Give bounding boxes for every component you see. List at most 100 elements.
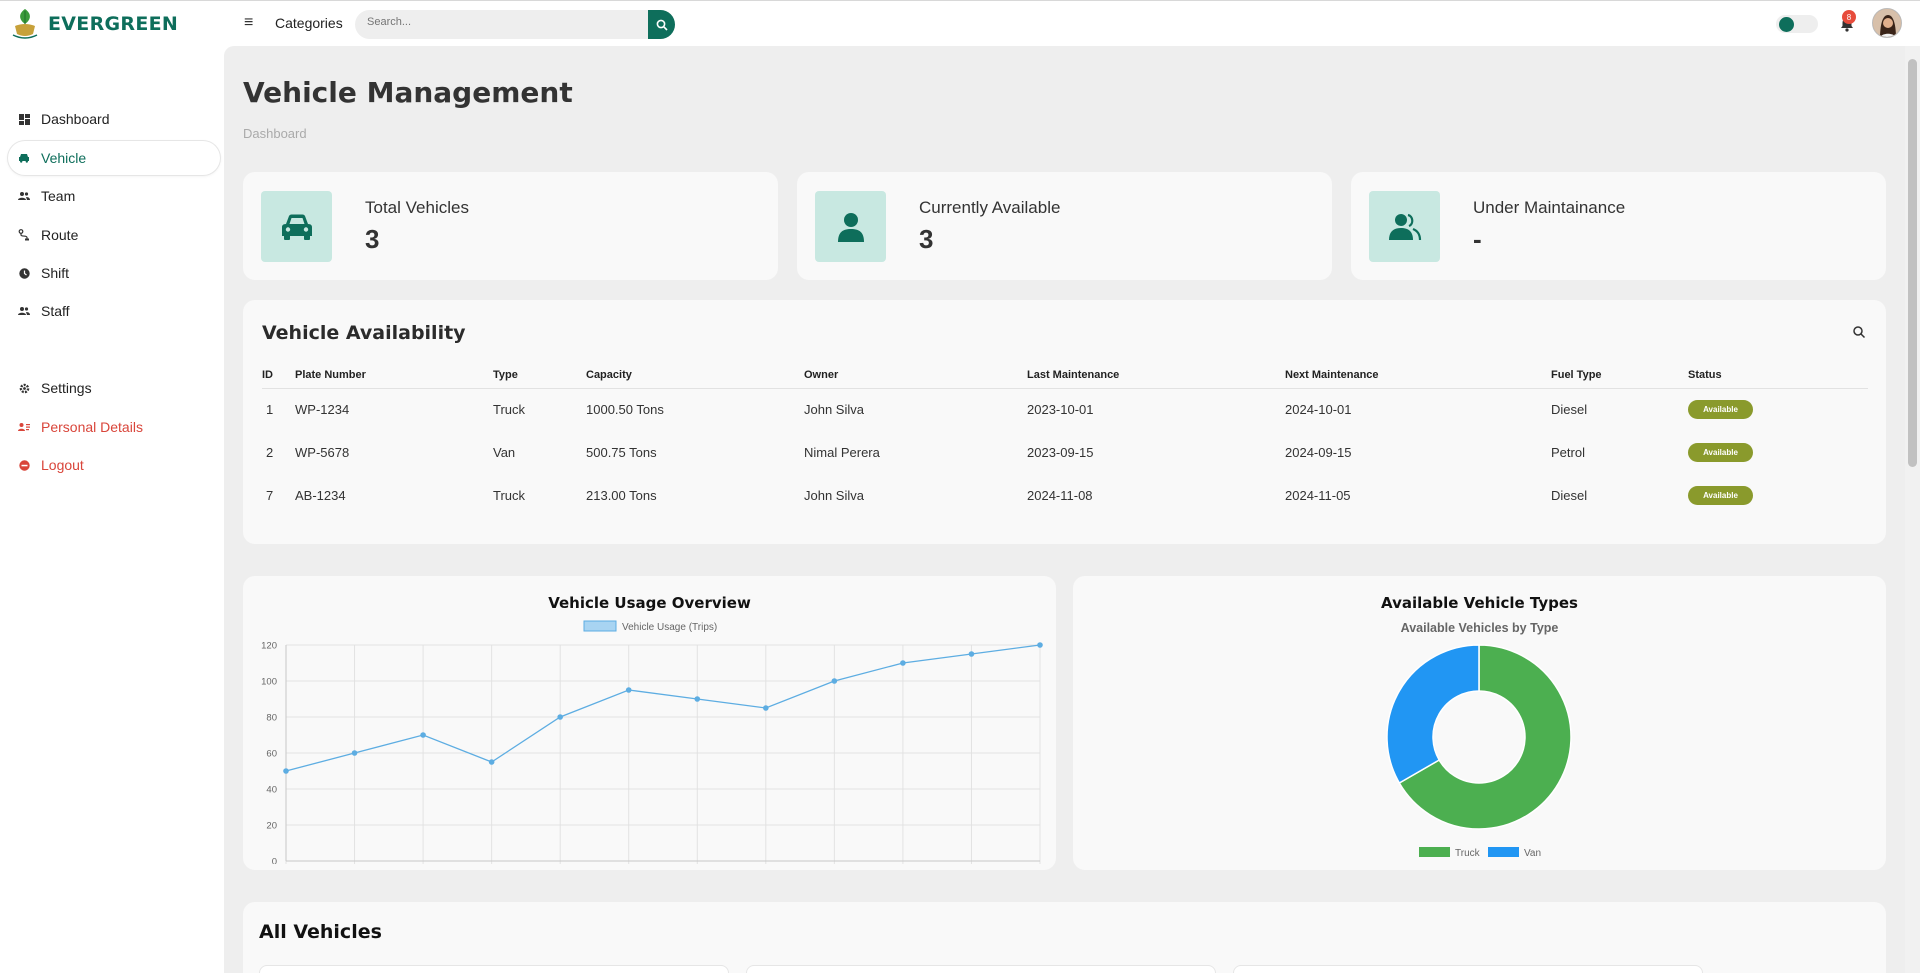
vehicle-types-donut-chart: Truck Van xyxy=(1386,644,1572,859)
cell-owner: Nimal Perera xyxy=(804,445,880,460)
sidebar-item-label: Settings xyxy=(41,380,92,396)
data-point xyxy=(1037,642,1043,648)
status-badge: Available xyxy=(1688,486,1753,505)
cell-status: Available xyxy=(1688,388,1868,431)
sidebar-item-dashboard[interactable]: Dashboard xyxy=(8,102,220,136)
status-badge: Available xyxy=(1688,443,1753,462)
vehicle-card[interactable] xyxy=(1233,965,1703,973)
table-row[interactable]: 7 AB-1234 Truck 213.00 Tons John Silva 2… xyxy=(262,474,1868,517)
cell-status: Available xyxy=(1688,431,1868,474)
toggle-knob xyxy=(1779,17,1794,32)
usage-chart-card: Vehicle Usage Overview Vehicle Usage (Tr… xyxy=(243,576,1056,870)
column-header[interactable]: Owner xyxy=(804,362,1027,389)
legend-swatch xyxy=(1488,847,1519,857)
categories-menu[interactable]: Categories xyxy=(275,15,343,31)
column-header[interactable]: Fuel Type xyxy=(1551,362,1688,389)
cell-last-maintenance: 2023-10-01 xyxy=(1027,402,1094,418)
sidebar-item-personal-details[interactable]: Personal Details xyxy=(8,410,220,444)
scrollbar-thumb[interactable] xyxy=(1908,59,1917,467)
y-tick-label: 100 xyxy=(261,677,277,688)
data-point xyxy=(900,660,906,666)
data-point xyxy=(763,705,769,711)
search-bar xyxy=(355,10,675,39)
data-point xyxy=(968,651,975,657)
sidebar-item-route[interactable]: Route xyxy=(8,218,220,252)
sidebar-item-staff[interactable]: Staff xyxy=(8,294,220,328)
section-title: Vehicle Availability xyxy=(262,322,466,344)
data-point xyxy=(831,678,838,684)
sidebar-item-logout[interactable]: Logout xyxy=(8,448,220,482)
chart-subtitle: Available Vehicles by Type xyxy=(1400,621,1559,635)
sidebar-item-label: Team xyxy=(41,188,76,204)
legend-swatch xyxy=(1419,847,1450,857)
cell-plate: AB-1234 xyxy=(295,488,346,503)
section-title: All Vehicles xyxy=(259,921,382,943)
stat-value: 3 xyxy=(365,224,380,254)
status-badge: Available xyxy=(1688,400,1753,420)
vehicle-card[interactable] xyxy=(259,965,729,973)
data-point xyxy=(625,687,632,693)
table-row[interactable]: 1 WP-1234 Truck 1000.50 Tons John Silva … xyxy=(262,388,1868,431)
donut-slice xyxy=(1386,644,1480,785)
search-input[interactable] xyxy=(367,16,637,28)
y-tick-label: 120 xyxy=(261,641,277,652)
breadcrumb[interactable]: Dashboard xyxy=(243,126,307,141)
cell-fuel-type: Diesel xyxy=(1551,402,1588,418)
sidebar-item-team[interactable]: Team xyxy=(8,179,220,213)
cell-next-maintenance: 2024-11-05 xyxy=(1285,488,1351,503)
cell-type: Truck xyxy=(493,402,526,418)
cell-status: Available xyxy=(1688,474,1868,517)
cell-type: Van xyxy=(493,445,516,460)
clock-icon xyxy=(18,267,30,279)
column-header[interactable]: Type xyxy=(493,362,586,389)
column-header[interactable]: ID xyxy=(262,362,295,389)
cell-plate: WP-1234 xyxy=(295,402,350,418)
main-content: Vehicle Management Dashboard Total Vehic… xyxy=(224,46,1905,973)
table-header-row: ID Plate Number Type Capacity Owner Last… xyxy=(262,362,1868,389)
data-point xyxy=(557,714,563,720)
column-header[interactable]: Capacity xyxy=(586,362,804,389)
sidebar-item-label: Staff xyxy=(41,303,70,319)
gear-icon xyxy=(18,382,30,394)
sidebar-item-label: Personal Details xyxy=(41,419,143,435)
users-icon xyxy=(18,190,30,202)
stat-label: Under Maintainance xyxy=(1473,198,1626,217)
staff-icon xyxy=(18,305,30,317)
brand-logo[interactable]: EVERGREEN xyxy=(10,7,178,41)
cell-capacity: 500.75 Tons xyxy=(586,445,657,460)
sidebar-item-vehicle[interactable]: Vehicle xyxy=(8,141,220,175)
person-icon xyxy=(815,191,886,262)
column-header[interactable]: Plate Number xyxy=(295,362,493,389)
column-header[interactable]: Status xyxy=(1688,362,1868,389)
user-avatar[interactable] xyxy=(1872,8,1902,38)
cell-type: Truck xyxy=(493,488,526,503)
logout-icon xyxy=(18,459,30,471)
sidebar-item-settings[interactable]: Settings xyxy=(8,371,220,405)
top-bar: EVERGREEN ≡ Categories 8 xyxy=(0,0,1920,46)
vehicle-availability-table: ID Plate Number Type Capacity Owner Last… xyxy=(262,362,1868,517)
cell-plate: WP-5678 xyxy=(295,445,350,460)
column-header[interactable]: Last Maintenance xyxy=(1027,362,1285,389)
table-row[interactable]: 2 WP-5678 Van 500.75 Tons Nimal Perera 2… xyxy=(262,431,1868,474)
sidebar-item-label: Logout xyxy=(41,457,84,473)
id-card-icon xyxy=(18,421,30,433)
legend-label: Van xyxy=(1524,848,1541,859)
search-icon[interactable] xyxy=(1852,325,1866,339)
cell-next-maintenance: 2024-09-15 xyxy=(1285,445,1352,460)
data-point xyxy=(488,759,495,765)
theme-toggle[interactable] xyxy=(1776,15,1818,33)
data-point xyxy=(694,696,701,702)
menu-toggle-icon[interactable]: ≡ xyxy=(244,14,253,32)
search-icon xyxy=(656,19,668,31)
search-button[interactable] xyxy=(648,10,675,39)
route-icon xyxy=(18,229,30,241)
cell-fuel-type: Diesel xyxy=(1551,488,1588,503)
car-icon xyxy=(18,152,30,164)
y-tick-label: 60 xyxy=(266,749,277,760)
vehicle-card[interactable] xyxy=(746,965,1216,973)
column-header[interactable]: Next Maintenance xyxy=(1285,362,1551,389)
scrollbar-track[interactable] xyxy=(1905,46,1920,973)
y-tick-label: 40 xyxy=(266,785,277,796)
y-tick-label: 80 xyxy=(266,713,277,724)
sidebar-item-shift[interactable]: Shift xyxy=(8,256,220,290)
